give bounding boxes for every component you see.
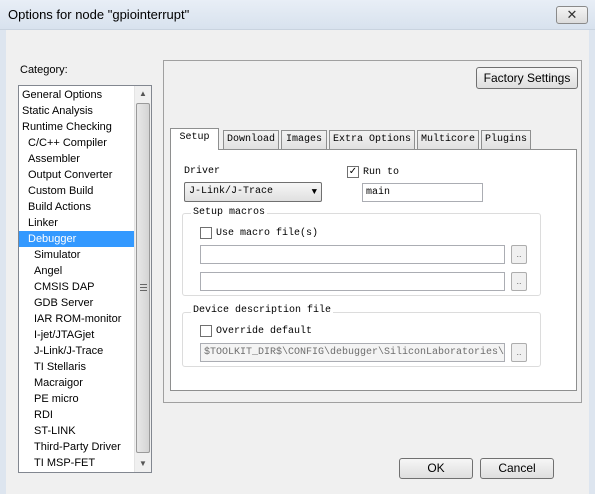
category-item[interactable]: TI Stellaris xyxy=(19,359,135,375)
driver-dropdown[interactable]: J-Link/J-Trace ▼ xyxy=(184,182,322,202)
driver-value: J-Link/J-Trace xyxy=(189,186,274,197)
macro-file-input-2[interactable] xyxy=(200,272,505,291)
device-description-title: Device description file xyxy=(191,305,334,316)
category-item[interactable]: RDI xyxy=(19,407,135,423)
override-default-label: Override default xyxy=(216,326,313,337)
category-item[interactable]: CMSIS DAP xyxy=(19,279,135,295)
category-item[interactable]: J-Link/J-Trace xyxy=(19,343,135,359)
category-item[interactable]: ST-LINK xyxy=(19,423,135,439)
category-item[interactable]: Custom Build xyxy=(19,183,135,199)
factory-settings-button[interactable]: Factory Settings xyxy=(476,67,578,89)
driver-label: Driver xyxy=(184,166,221,177)
window-frame-left xyxy=(0,30,6,494)
tab-extra-options[interactable]: Extra Options xyxy=(329,130,415,149)
category-item[interactable]: Assembler xyxy=(19,151,135,167)
category-scrollbar[interactable]: ▲ ▼ xyxy=(134,86,151,472)
category-item[interactable]: GDB Server xyxy=(19,295,135,311)
tab-multicore[interactable]: Multicore xyxy=(417,130,479,149)
window-title: Options for node "gpiointerrupt" xyxy=(8,7,190,22)
window-frame-right xyxy=(589,30,595,494)
category-item[interactable]: Runtime Checking xyxy=(19,119,135,135)
category-item[interactable]: Output Converter xyxy=(19,167,135,183)
scroll-down-arrow-icon[interactable]: ▼ xyxy=(135,456,151,472)
run-to-checkbox[interactable]: ✓ xyxy=(347,166,359,178)
category-item[interactable]: Static Analysis xyxy=(19,103,135,119)
category-item[interactable]: General Options xyxy=(19,87,135,103)
tab-images[interactable]: Images xyxy=(281,130,327,149)
category-list[interactable]: General Options Static Analysis Runtime Ch… xyxy=(18,85,152,473)
device-browse-button[interactable]: .. xyxy=(511,343,527,362)
scroll-thumb[interactable] xyxy=(136,103,150,453)
chevron-down-icon: ▼ xyxy=(311,187,317,197)
macro-file-input-1[interactable] xyxy=(200,245,505,264)
category-item[interactable]: Linker xyxy=(19,215,135,231)
device-description-path-input[interactable]: $TOOLKIT_DIR$\CONFIG\debugger\SiliconLab… xyxy=(200,343,505,362)
run-to-input[interactable]: main xyxy=(362,183,483,202)
use-macro-checkbox[interactable] xyxy=(200,227,212,239)
cancel-button[interactable]: Cancel xyxy=(480,458,554,479)
category-item[interactable]: Build Actions xyxy=(19,199,135,215)
category-item[interactable]: Third-Party Driver xyxy=(19,439,135,455)
setup-macros-title: Setup macros xyxy=(191,207,268,218)
category-item[interactable]: Macraigor xyxy=(19,375,135,391)
category-item[interactable]: Simulator xyxy=(19,247,135,263)
ok-button[interactable]: OK xyxy=(399,458,473,479)
close-button[interactable]: ✕ xyxy=(556,6,588,24)
scroll-up-arrow-icon[interactable]: ▲ xyxy=(135,86,151,102)
category-items: General Options Static Analysis Runtime Ch… xyxy=(19,87,135,471)
category-label: Category: xyxy=(20,64,68,76)
category-item[interactable]: C/C++ Compiler xyxy=(19,135,135,151)
close-icon: ✕ xyxy=(566,7,578,22)
tab-download[interactable]: Download xyxy=(223,130,279,149)
checkmark-icon: ✓ xyxy=(348,166,358,177)
macro-browse-button-2[interactable]: .. xyxy=(511,272,527,291)
use-macro-label: Use macro file(s) xyxy=(216,228,319,239)
category-item[interactable]: Debugger xyxy=(19,231,135,247)
category-item[interactable]: Angel xyxy=(19,263,135,279)
category-item[interactable]: TI MSP-FET xyxy=(19,455,135,471)
category-item[interactable]: I-jet/JTAGjet xyxy=(19,327,135,343)
override-default-checkbox[interactable] xyxy=(200,325,212,337)
category-item[interactable]: IAR ROM-monitor xyxy=(19,311,135,327)
category-item[interactable]: PE micro xyxy=(19,391,135,407)
run-to-label: Run to xyxy=(363,167,400,178)
tab-setup[interactable]: Setup xyxy=(170,128,219,150)
title-bar: Options for node "gpiointerrupt" ✕ xyxy=(0,0,595,30)
macro-browse-button-1[interactable]: .. xyxy=(511,245,527,264)
scroll-grip-icon xyxy=(140,284,147,291)
tab-plugins[interactable]: Plugins xyxy=(481,130,531,149)
